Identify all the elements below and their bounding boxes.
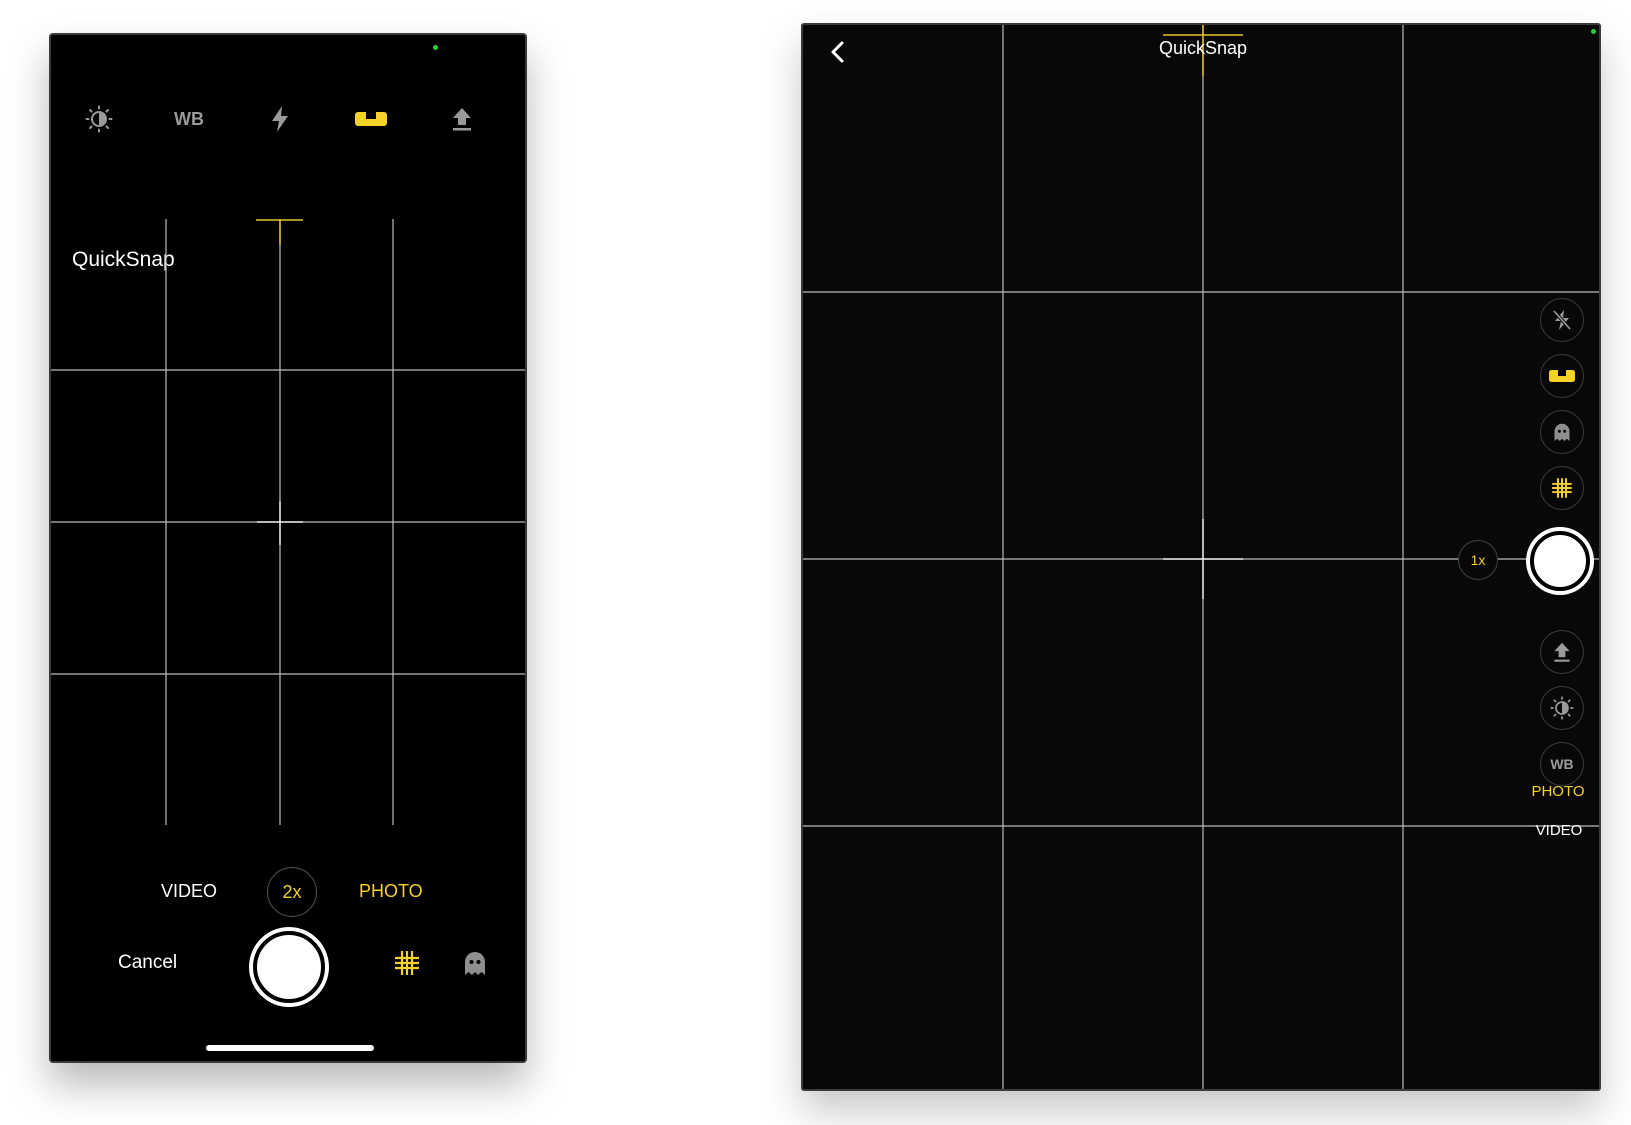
- exposure-button[interactable]: [1540, 686, 1584, 730]
- share-icon: [1554, 642, 1570, 662]
- level-indicator: [256, 219, 303, 245]
- zoom-label: 1x: [1470, 552, 1486, 568]
- grid-icon: [395, 951, 419, 975]
- level-icon: [1549, 370, 1575, 382]
- mode-video[interactable]: VIDEO: [161, 881, 217, 902]
- grid-button[interactable]: [391, 947, 423, 979]
- flash-off-icon: [1552, 309, 1572, 331]
- shutter-button[interactable]: [1530, 531, 1590, 591]
- mode-video[interactable]: VIDEO: [1519, 822, 1599, 839]
- zoom-button[interactable]: 1x: [1458, 540, 1498, 580]
- ghost-overlay-button[interactable]: [1540, 410, 1584, 454]
- phone-camera-screen: WB QuickSnap VIDEO 2x PHOTO Cancel: [49, 33, 527, 1063]
- zoom-label: 2x: [282, 881, 302, 902]
- mode-photo[interactable]: PHOTO: [1518, 783, 1598, 800]
- app-title: QuickSnap: [1158, 38, 1248, 58]
- white-balance-button[interactable]: WB: [1540, 742, 1584, 786]
- zoom-button[interactable]: 2x: [267, 867, 317, 917]
- shutter-button[interactable]: [253, 931, 325, 1003]
- share-button[interactable]: [1540, 630, 1584, 674]
- level-button[interactable]: [1540, 354, 1584, 398]
- ghost-icon: [465, 952, 485, 975]
- flash-off-button[interactable]: [1540, 298, 1584, 342]
- grid-button[interactable]: [1540, 466, 1584, 510]
- cancel-button[interactable]: Cancel: [118, 952, 177, 974]
- home-indicator[interactable]: [206, 1045, 374, 1051]
- ghost-icon: [1554, 423, 1570, 441]
- mode-photo[interactable]: PHOTO: [359, 881, 423, 902]
- white-balance-label: WB: [1550, 756, 1574, 772]
- exposure-icon: [1550, 696, 1574, 720]
- tablet-camera-screen: QuickSnap 1x WB PHOTO VIDEO: [801, 23, 1601, 1091]
- ghost-overlay-button[interactable]: [459, 947, 491, 979]
- grid-icon: [1552, 478, 1572, 498]
